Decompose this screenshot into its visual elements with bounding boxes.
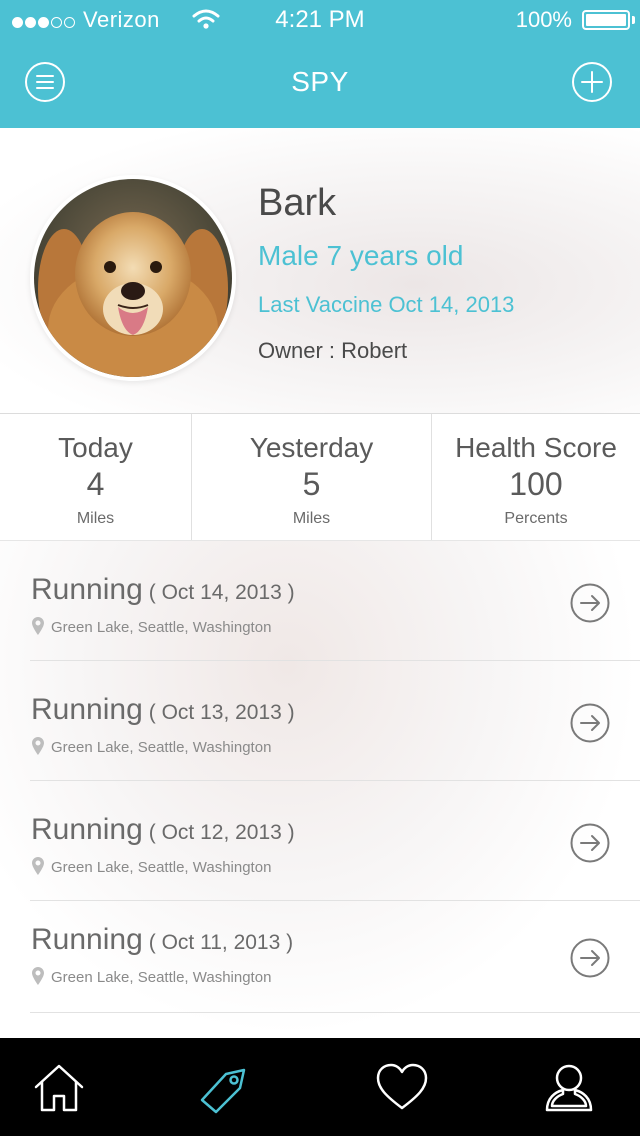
- activity-location: Green Lake, Seattle, Washington: [51, 619, 272, 636]
- activity-name: Running: [31, 573, 143, 606]
- battery-icon: [582, 10, 630, 30]
- activity-name: Running: [31, 923, 143, 956]
- tab-tags[interactable]: [196, 1060, 252, 1116]
- activity-row[interactable]: Running( Oct 12, 2013 ) Green Lake, Seat…: [0, 781, 640, 901]
- arrow-right-circle-icon[interactable]: [570, 703, 610, 743]
- activity-title: Running( Oct 13, 2013 ): [31, 693, 295, 727]
- tab-favorites[interactable]: [374, 1060, 430, 1116]
- pet-sex-age: Male 7 years old: [258, 240, 464, 271]
- pet-profile: Bark Male 7 years old Last Vaccine Oct 1…: [0, 128, 640, 413]
- arrow-right-circle-icon[interactable]: [570, 938, 610, 978]
- activity-date: ( Oct 13, 2013 ): [148, 701, 295, 724]
- stat-yesterday[interactable]: Yesterday 5 Miles: [192, 414, 432, 540]
- activity-name: Running: [31, 813, 143, 846]
- tab-bar: [0, 1038, 640, 1136]
- arrow-right-circle-icon[interactable]: [570, 583, 610, 623]
- row-divider: [30, 1012, 640, 1013]
- activity-date: ( Oct 11, 2013 ): [148, 931, 294, 954]
- activity-title: Running( Oct 11, 2013 ): [31, 923, 293, 957]
- stat-unit: Miles: [292, 510, 331, 527]
- activity-title: Running( Oct 12, 2013 ): [31, 813, 295, 847]
- home-icon: [34, 1064, 84, 1112]
- avatar-frame: [30, 175, 236, 381]
- activity-name: Running: [31, 693, 143, 726]
- tab-profile[interactable]: [541, 1060, 597, 1116]
- pet-last-vaccine: Last Vaccine Oct 14, 2013: [258, 292, 515, 317]
- activity-list: Running( Oct 14, 2013 ) Green Lake, Seat…: [0, 541, 640, 1038]
- pet-owner: Owner : Robert: [258, 338, 408, 363]
- activity-row[interactable]: Running( Oct 14, 2013 ) Green Lake, Seat…: [0, 541, 640, 661]
- location-pin-icon: [32, 857, 44, 875]
- activity-title: Running( Oct 14, 2013 ): [31, 573, 295, 607]
- activity-location: Green Lake, Seattle, Washington: [51, 739, 272, 756]
- stat-value: 100: [509, 466, 563, 502]
- stat-today[interactable]: Today 4 Miles: [0, 414, 192, 540]
- stat-label: Today: [58, 432, 133, 463]
- activity-location: Green Lake, Seattle, Washington: [51, 969, 272, 986]
- tab-home[interactable]: [31, 1060, 87, 1116]
- pet-name: Bark: [258, 182, 337, 224]
- activity-row[interactable]: Running( Oct 13, 2013 ) Green Lake, Seat…: [0, 661, 640, 781]
- stat-unit: Miles: [76, 510, 115, 527]
- stat-unit: Percents: [504, 510, 568, 527]
- arrow-right-circle-icon[interactable]: [570, 823, 610, 863]
- stats-bar: Today 4 Miles Yesterday 5 Miles Health S…: [0, 413, 640, 541]
- stat-value: 5: [302, 466, 321, 502]
- page-title: SPY: [291, 66, 349, 97]
- activity-date: ( Oct 12, 2013 ): [148, 821, 295, 844]
- stat-label: Yesterday: [249, 432, 374, 463]
- user-icon: [545, 1064, 593, 1112]
- plus-icon: [581, 71, 603, 93]
- battery-percent: 100%: [515, 7, 572, 32]
- pet-avatar[interactable]: [34, 179, 232, 377]
- location-pin-icon: [32, 617, 44, 635]
- location-pin-icon: [32, 737, 44, 755]
- battery-tip: [632, 16, 635, 24]
- stat-health-score[interactable]: Health Score 100 Percents: [432, 414, 640, 540]
- dog-photo: [34, 179, 232, 377]
- location-pin-icon: [32, 967, 44, 985]
- tag-icon: [200, 1068, 246, 1114]
- stat-value: 4: [86, 466, 105, 502]
- stat-label: Health Score: [455, 432, 617, 463]
- add-button[interactable]: [572, 62, 612, 102]
- top-bar: Verizon 4:21 PM 100% SPY: [0, 0, 640, 128]
- heart-icon: [376, 1063, 428, 1110]
- status-bar: Verizon 4:21 PM 100%: [0, 0, 640, 40]
- activity-location: Green Lake, Seattle, Washington: [51, 859, 272, 876]
- activity-row[interactable]: Running( Oct 11, 2013 ) Green Lake, Seat…: [0, 901, 640, 1021]
- activity-date: ( Oct 14, 2013 ): [148, 581, 295, 604]
